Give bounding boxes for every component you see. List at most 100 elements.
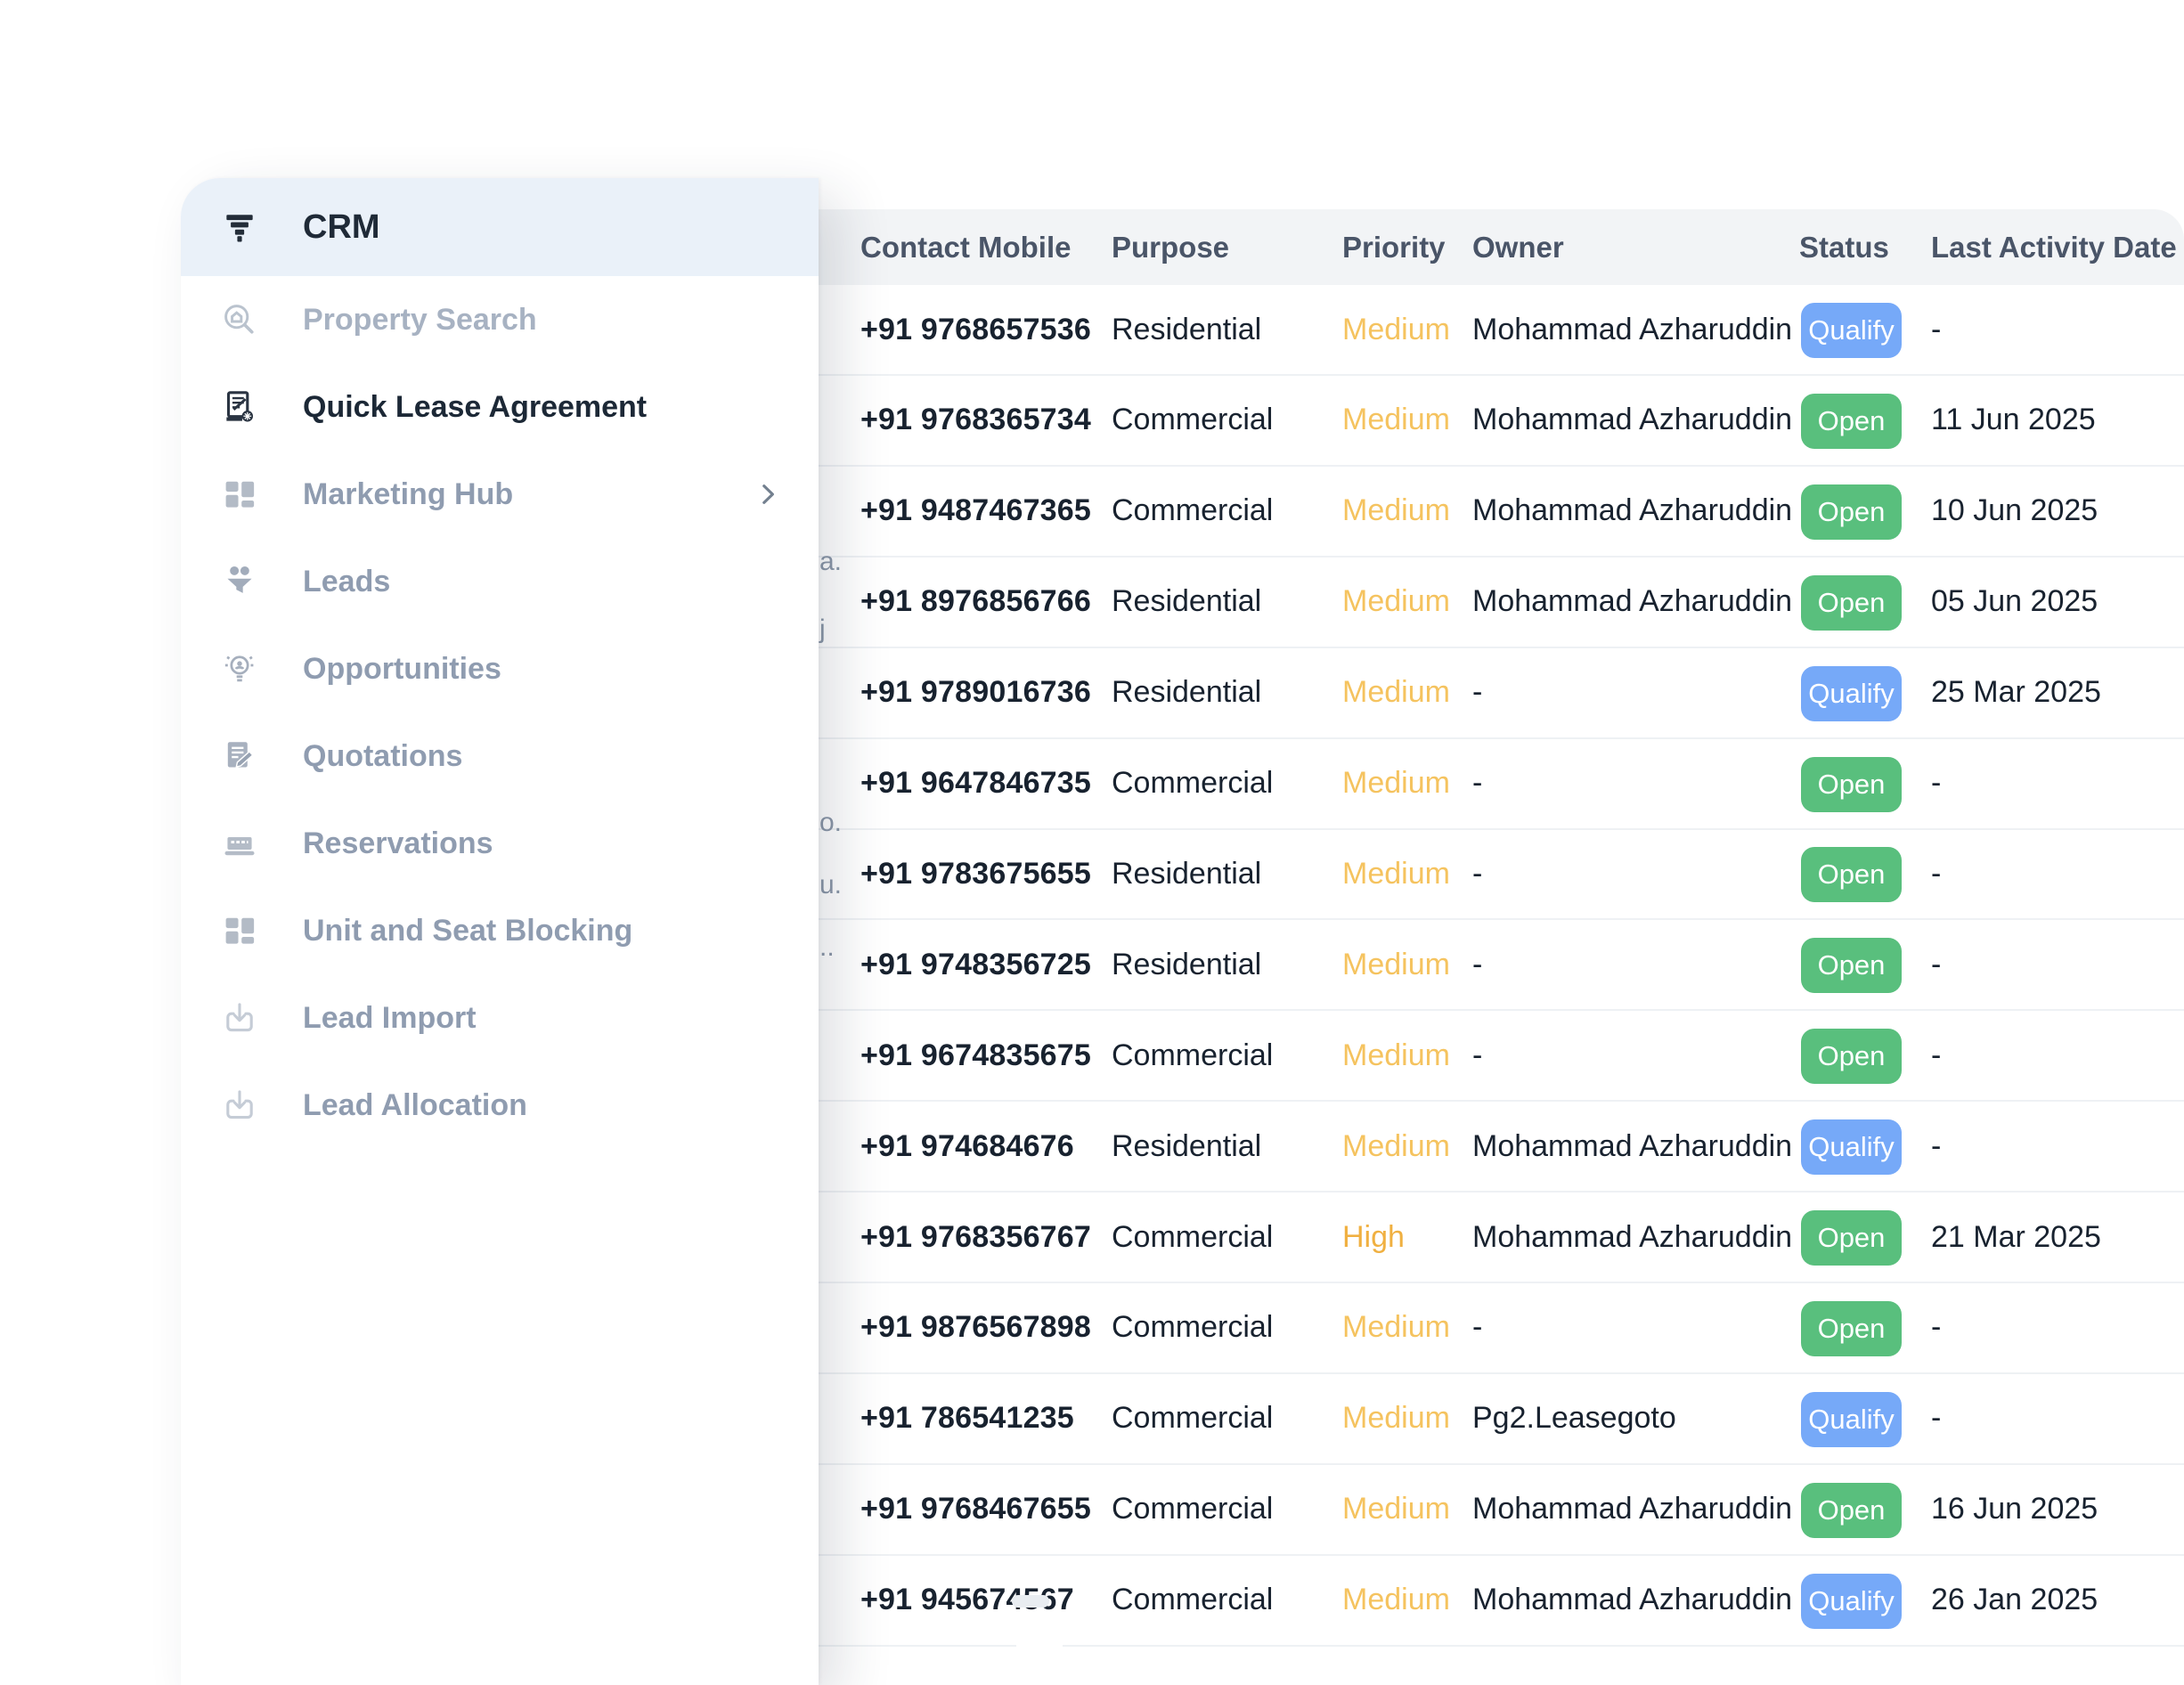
- status-badge[interactable]: Qualify: [1801, 1119, 1902, 1175]
- table-row[interactable]: +91 9647846735CommercialMedium-Open-: [818, 739, 2184, 830]
- table-row[interactable]: +91 9487467365CommercialMediumMohammad A…: [818, 467, 2184, 558]
- last-activity-date-cell: -: [1931, 829, 1941, 918]
- clipped-text-fragment: ..: [819, 932, 835, 963]
- table-row[interactable]: +91 9768365734CommercialMediumMohammad A…: [818, 376, 2184, 467]
- table-row[interactable]: +91 9748356725ResidentialMedium-Open-: [818, 920, 2184, 1011]
- sidebar-item-label: Lead Allocation: [303, 1088, 527, 1123]
- owner-cell: -: [1472, 739, 1482, 828]
- last-activity-date-cell: -: [1931, 285, 1941, 374]
- sidebar-item-reservations[interactable]: Reservations: [181, 800, 819, 887]
- crm-sidebar-menu: CRM Property Search Quick Lease Agreement…: [181, 178, 819, 1685]
- purpose-cell: Residential: [1112, 558, 1261, 647]
- purpose-cell: Residential: [1112, 920, 1261, 1009]
- sidebar-item-label: Quick Lease Agreement: [303, 390, 647, 425]
- purpose-cell: Residential: [1112, 648, 1261, 737]
- contact-mobile-cell: +91 9768365734: [860, 376, 1091, 465]
- status-badge[interactable]: Open: [1801, 938, 1902, 993]
- sidebar-nav: Property Search Quick Lease Agreement Mark…: [181, 276, 819, 1149]
- owner-cell: Mohammad Azharuddin: [1472, 467, 1792, 556]
- column-header-last-activity-date: Last Activity Date: [1931, 209, 2177, 285]
- opportunity-bulb-icon: [220, 649, 259, 688]
- status-badge[interactable]: Open: [1801, 1029, 1902, 1084]
- sidebar-item-property-search[interactable]: Property Search: [181, 276, 819, 363]
- sidebar-item-leads[interactable]: Leads: [181, 538, 819, 625]
- purpose-cell: Commercial: [1112, 1193, 1273, 1282]
- priority-cell: Medium: [1342, 829, 1450, 918]
- status-badge[interactable]: Open: [1801, 847, 1902, 902]
- purpose-cell: Commercial: [1112, 376, 1273, 465]
- table-row[interactable]: +91 9768657536ResidentialMediumMohammad …: [818, 285, 2184, 376]
- chevron-right-icon: [753, 479, 783, 509]
- sidebar-item-label: Marketing Hub: [303, 477, 513, 512]
- owner-cell: Mohammad Azharuddin: [1472, 376, 1792, 465]
- owner-cell: Mohammad Azharuddin: [1472, 285, 1792, 374]
- table-row[interactable]: +91 9789016736ResidentialMedium-Qualify2…: [818, 648, 2184, 739]
- purpose-cell: Commercial: [1112, 1374, 1273, 1463]
- status-badge[interactable]: Open: [1801, 1210, 1902, 1266]
- status-badge[interactable]: Qualify: [1801, 1392, 1902, 1447]
- sidebar-item-quick-lease-agreement[interactable]: Quick Lease Agreement: [181, 363, 819, 451]
- property-search-icon: [220, 300, 259, 339]
- table-row[interactable]: +91 9876567898CommercialMedium-Open-: [818, 1283, 2184, 1374]
- highlight-smudge: [1012, 1595, 1049, 1608]
- status-badge[interactable]: Open: [1801, 484, 1902, 540]
- priority-cell: Medium: [1342, 1283, 1450, 1372]
- owner-cell: Mohammad Azharuddin: [1472, 1465, 1792, 1554]
- purpose-cell: Commercial: [1112, 739, 1273, 828]
- status-badge[interactable]: Qualify: [1801, 666, 1902, 721]
- table-row[interactable]: +91 9674835675CommercialMedium-Open-: [818, 1011, 2184, 1102]
- sidebar-item-lead-import[interactable]: Lead Import: [181, 974, 819, 1062]
- purpose-cell: Commercial: [1112, 1011, 1273, 1100]
- last-activity-date-cell: -: [1931, 1283, 1941, 1372]
- contact-mobile-cell: +91 9789016736: [860, 648, 1091, 737]
- contact-mobile-cell: +91 9876567898: [860, 1283, 1091, 1372]
- sidebar-item-label: Reservations: [303, 826, 493, 861]
- last-activity-date-cell: -: [1931, 920, 1941, 1009]
- import-icon: [220, 1086, 259, 1125]
- last-activity-date-cell: 26 Jan 2025: [1931, 1556, 2098, 1645]
- contact-mobile-cell: +91 8976856766: [860, 558, 1091, 647]
- sidebar-item-crm[interactable]: CRM: [181, 178, 819, 276]
- sidebar-item-quotations[interactable]: Quotations: [181, 712, 819, 800]
- priority-cell: Medium: [1342, 1102, 1450, 1191]
- column-header-contact-mobile: Contact Mobile: [860, 209, 1072, 285]
- status-badge[interactable]: Open: [1801, 1483, 1902, 1538]
- purpose-cell: Residential: [1112, 1102, 1261, 1191]
- sidebar-item-marketing-hub[interactable]: Marketing Hub: [181, 451, 819, 538]
- sidebar-item-unit-and-seat-blocking[interactable]: Unit and Seat Blocking: [181, 887, 819, 974]
- table-row[interactable]: +91 9768467655CommercialMediumMohammad A…: [818, 1465, 2184, 1556]
- contact-mobile-cell: +91 9768356767: [860, 1193, 1091, 1282]
- priority-cell: Medium: [1342, 558, 1450, 647]
- contact-mobile-cell: +91 9647846735: [860, 739, 1091, 828]
- status-badge[interactable]: Open: [1801, 1301, 1902, 1356]
- table-row[interactable]: +91 9783675655ResidentialMedium-Open-: [818, 829, 2184, 920]
- status-badge[interactable]: Open: [1801, 757, 1902, 812]
- table-row[interactable]: +91 974684676ResidentialMediumMohammad A…: [818, 1102, 2184, 1193]
- owner-cell: Mohammad Azharuddin: [1472, 1193, 1792, 1282]
- sidebar-item-lead-allocation[interactable]: Lead Allocation: [181, 1062, 819, 1149]
- status-badge[interactable]: Qualify: [1801, 303, 1902, 358]
- status-badge[interactable]: Open: [1801, 394, 1902, 449]
- priority-cell: Medium: [1342, 1011, 1450, 1100]
- priority-cell: Medium: [1342, 1374, 1450, 1463]
- table-row[interactable]: +91 9768356767CommercialHighMohammad Azh…: [818, 1193, 2184, 1283]
- purpose-cell: Commercial: [1112, 1556, 1273, 1645]
- last-activity-date-cell: -: [1931, 739, 1941, 828]
- table-row[interactable]: +91 786541235CommercialMediumPg2.Leasego…: [818, 1374, 2184, 1465]
- column-header-purpose: Purpose: [1112, 209, 1229, 285]
- status-badge[interactable]: Open: [1801, 575, 1902, 631]
- status-badge[interactable]: Qualify: [1801, 1574, 1902, 1629]
- purpose-cell: Residential: [1112, 829, 1261, 918]
- sidebar-item-opportunities[interactable]: Opportunities: [181, 625, 819, 712]
- dashboard-icon: [220, 911, 259, 950]
- purpose-cell: Residential: [1112, 285, 1261, 374]
- contact-mobile-cell: +91 9748356725: [860, 920, 1091, 1009]
- purpose-cell: Commercial: [1112, 1283, 1273, 1372]
- owner-cell: -: [1472, 920, 1482, 1009]
- sidebar-item-label: Property Search: [303, 303, 537, 338]
- column-header-priority: Priority: [1342, 209, 1446, 285]
- clipped-text-fragment: u.: [819, 870, 842, 900]
- separator-notch: [1016, 1636, 1063, 1652]
- clipped-text-fragment: a.: [819, 547, 842, 577]
- table-row[interactable]: +91 8976856766ResidentialMediumMohammad …: [818, 558, 2184, 648]
